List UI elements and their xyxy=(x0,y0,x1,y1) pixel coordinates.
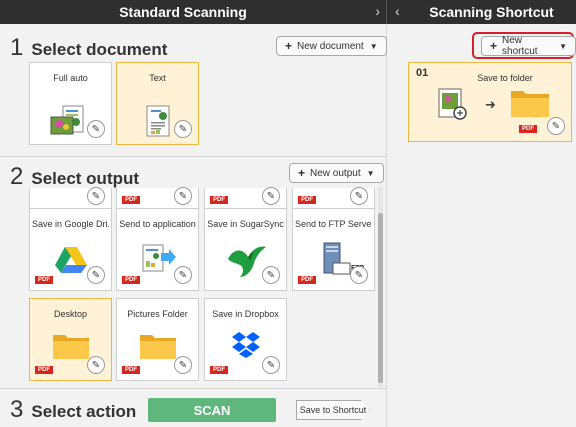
dropdown-caret-icon: ▼ xyxy=(559,41,567,51)
output-card-send-to-application[interactable]: Send to application PDF ✎ xyxy=(116,208,199,291)
output-card-ftp-server[interactable]: Send to FTP Server FTP PDF ✎ xyxy=(292,208,375,291)
card-label: Send to FTP Server xyxy=(295,219,372,229)
scan-button[interactable]: SCAN xyxy=(148,398,276,422)
new-document-button[interactable]: + New document ▼ xyxy=(276,36,387,56)
folder-icon xyxy=(138,329,178,366)
dropdown-caret-icon: ▼ xyxy=(369,41,378,51)
standard-scanning-title: Standard Scanning xyxy=(119,4,247,20)
edit-pencil-icon[interactable]: ✎ xyxy=(350,187,368,205)
edit-pencil-icon[interactable]: ✎ xyxy=(262,356,280,374)
step1-label: Select document xyxy=(31,40,168,59)
card-label: Save in SugarSync xyxy=(207,219,284,229)
edit-pencil-icon[interactable]: ✎ xyxy=(174,120,192,138)
edit-pencil-icon[interactable]: ✎ xyxy=(174,187,192,205)
text-document-icon xyxy=(143,105,173,144)
output-card-partial[interactable]: PDF ✎ xyxy=(292,187,375,210)
shortcut-name: Save to folder xyxy=(477,73,533,83)
card-label: Save in Dropbox xyxy=(212,309,279,319)
section-divider xyxy=(0,156,386,157)
card-label: Desktop xyxy=(53,309,88,319)
edit-pencil-icon[interactable]: ✎ xyxy=(350,266,368,284)
step3-label: Select action xyxy=(31,402,137,421)
step1-number: 1 xyxy=(10,34,24,61)
pdf-badge: PDF xyxy=(298,276,316,284)
new-output-button[interactable]: + New output ▼ xyxy=(289,163,384,183)
output-card-partial[interactable]: PDF ✎ xyxy=(116,187,199,210)
save-to-shortcut-button[interactable]: Save to Shortcut xyxy=(296,400,370,420)
photo-document-icon xyxy=(49,105,93,144)
dropbox-icon xyxy=(231,331,261,364)
section-divider xyxy=(0,388,386,389)
plus-icon: + xyxy=(298,166,306,180)
step3-number: 3 xyxy=(10,396,24,423)
collapse-arrow-icon[interactable]: › xyxy=(375,3,380,19)
shortcut-card[interactable]: 01 Save to folder ➜ PDF ✎ xyxy=(408,62,572,142)
pdf-badge: PDF xyxy=(122,276,140,284)
pdf-badge: PDF xyxy=(122,366,140,374)
scanning-shortcut-header: ‹ Scanning Shortcut xyxy=(386,0,576,24)
shortcut-number: 01 xyxy=(416,67,429,79)
edit-pencil-icon[interactable]: ✎ xyxy=(87,356,105,374)
sugarsync-icon xyxy=(224,239,268,284)
step1-header: 1 Select document xyxy=(10,34,167,62)
pdf-badge: PDF xyxy=(298,196,316,204)
output-scrollbar[interactable] xyxy=(378,187,383,387)
edit-pencil-icon[interactable]: ✎ xyxy=(87,187,105,205)
pdf-badge: PDF xyxy=(35,276,53,284)
pdf-badge: PDF xyxy=(210,196,228,204)
new-output-label: New output xyxy=(310,167,361,179)
output-card-pictures-folder[interactable]: Pictures Folder PDF ✎ xyxy=(116,298,199,381)
send-to-application-icon xyxy=(139,243,177,280)
card-label: Full auto xyxy=(53,73,88,83)
pdf-badge: PDF xyxy=(35,366,53,374)
step2-label: Select output xyxy=(31,169,140,188)
edit-pencil-icon[interactable]: ✎ xyxy=(87,120,105,138)
edit-pencil-icon[interactable]: ✎ xyxy=(87,266,105,284)
folder-icon xyxy=(51,329,91,366)
google-drive-icon xyxy=(54,245,88,280)
folder-icon xyxy=(509,85,551,124)
output-card-dropbox[interactable]: Save in Dropbox PDF ✎ xyxy=(204,298,287,381)
new-document-label: New document xyxy=(297,40,364,52)
card-label: Text xyxy=(149,73,166,83)
edit-pencil-icon[interactable]: ✎ xyxy=(547,117,565,135)
expand-arrow-icon[interactable]: ‹ xyxy=(395,3,400,19)
output-card-google-drive[interactable]: Save in Google Dri... PDF ✎ xyxy=(29,208,112,291)
edit-pencil-icon[interactable]: ✎ xyxy=(262,187,280,205)
output-card-sugarsync[interactable]: Save in SugarSync ✎ xyxy=(204,208,287,291)
new-shortcut-label: New shortcut xyxy=(502,35,538,57)
card-label: Send to application xyxy=(119,219,196,229)
new-shortcut-button[interactable]: + New shortcut ▼ xyxy=(481,35,576,57)
pdf-badge: PDF xyxy=(210,366,228,374)
step2-number: 2 xyxy=(10,163,24,190)
output-card-desktop[interactable]: Desktop PDF ✎ xyxy=(29,298,112,381)
plus-icon: + xyxy=(490,39,498,53)
scanning-shortcut-title: Scanning Shortcut xyxy=(429,4,554,20)
document-card-full-auto[interactable]: Full auto ✎ xyxy=(29,62,112,145)
card-label: Pictures Folder xyxy=(127,309,188,319)
document-card-text[interactable]: Text ✎ xyxy=(116,62,199,145)
output-card-partial[interactable]: ✎ xyxy=(29,187,112,210)
standard-scanning-header: Standard Scanning › xyxy=(0,0,386,24)
output-card-partial[interactable]: PDF ✎ xyxy=(204,187,287,210)
pdf-badge: PDF xyxy=(122,196,140,204)
scanned-document-icon xyxy=(437,87,471,126)
card-label: Save in Google Dri... xyxy=(32,219,109,229)
dropdown-caret-icon: ▼ xyxy=(366,168,375,178)
edit-pencil-icon[interactable]: ✎ xyxy=(262,266,280,284)
arrow-right-icon: ➜ xyxy=(485,97,496,112)
edit-pencil-icon[interactable]: ✎ xyxy=(174,266,192,284)
step3-header: 3 Select action xyxy=(10,396,136,424)
pdf-badge: PDF xyxy=(519,125,537,133)
step2-header: 2 Select output xyxy=(10,163,139,191)
ftp-server-icon xyxy=(316,241,352,282)
plus-icon: + xyxy=(285,39,293,53)
scrollbar-thumb[interactable] xyxy=(378,213,383,383)
edit-pencil-icon[interactable]: ✎ xyxy=(174,356,192,374)
